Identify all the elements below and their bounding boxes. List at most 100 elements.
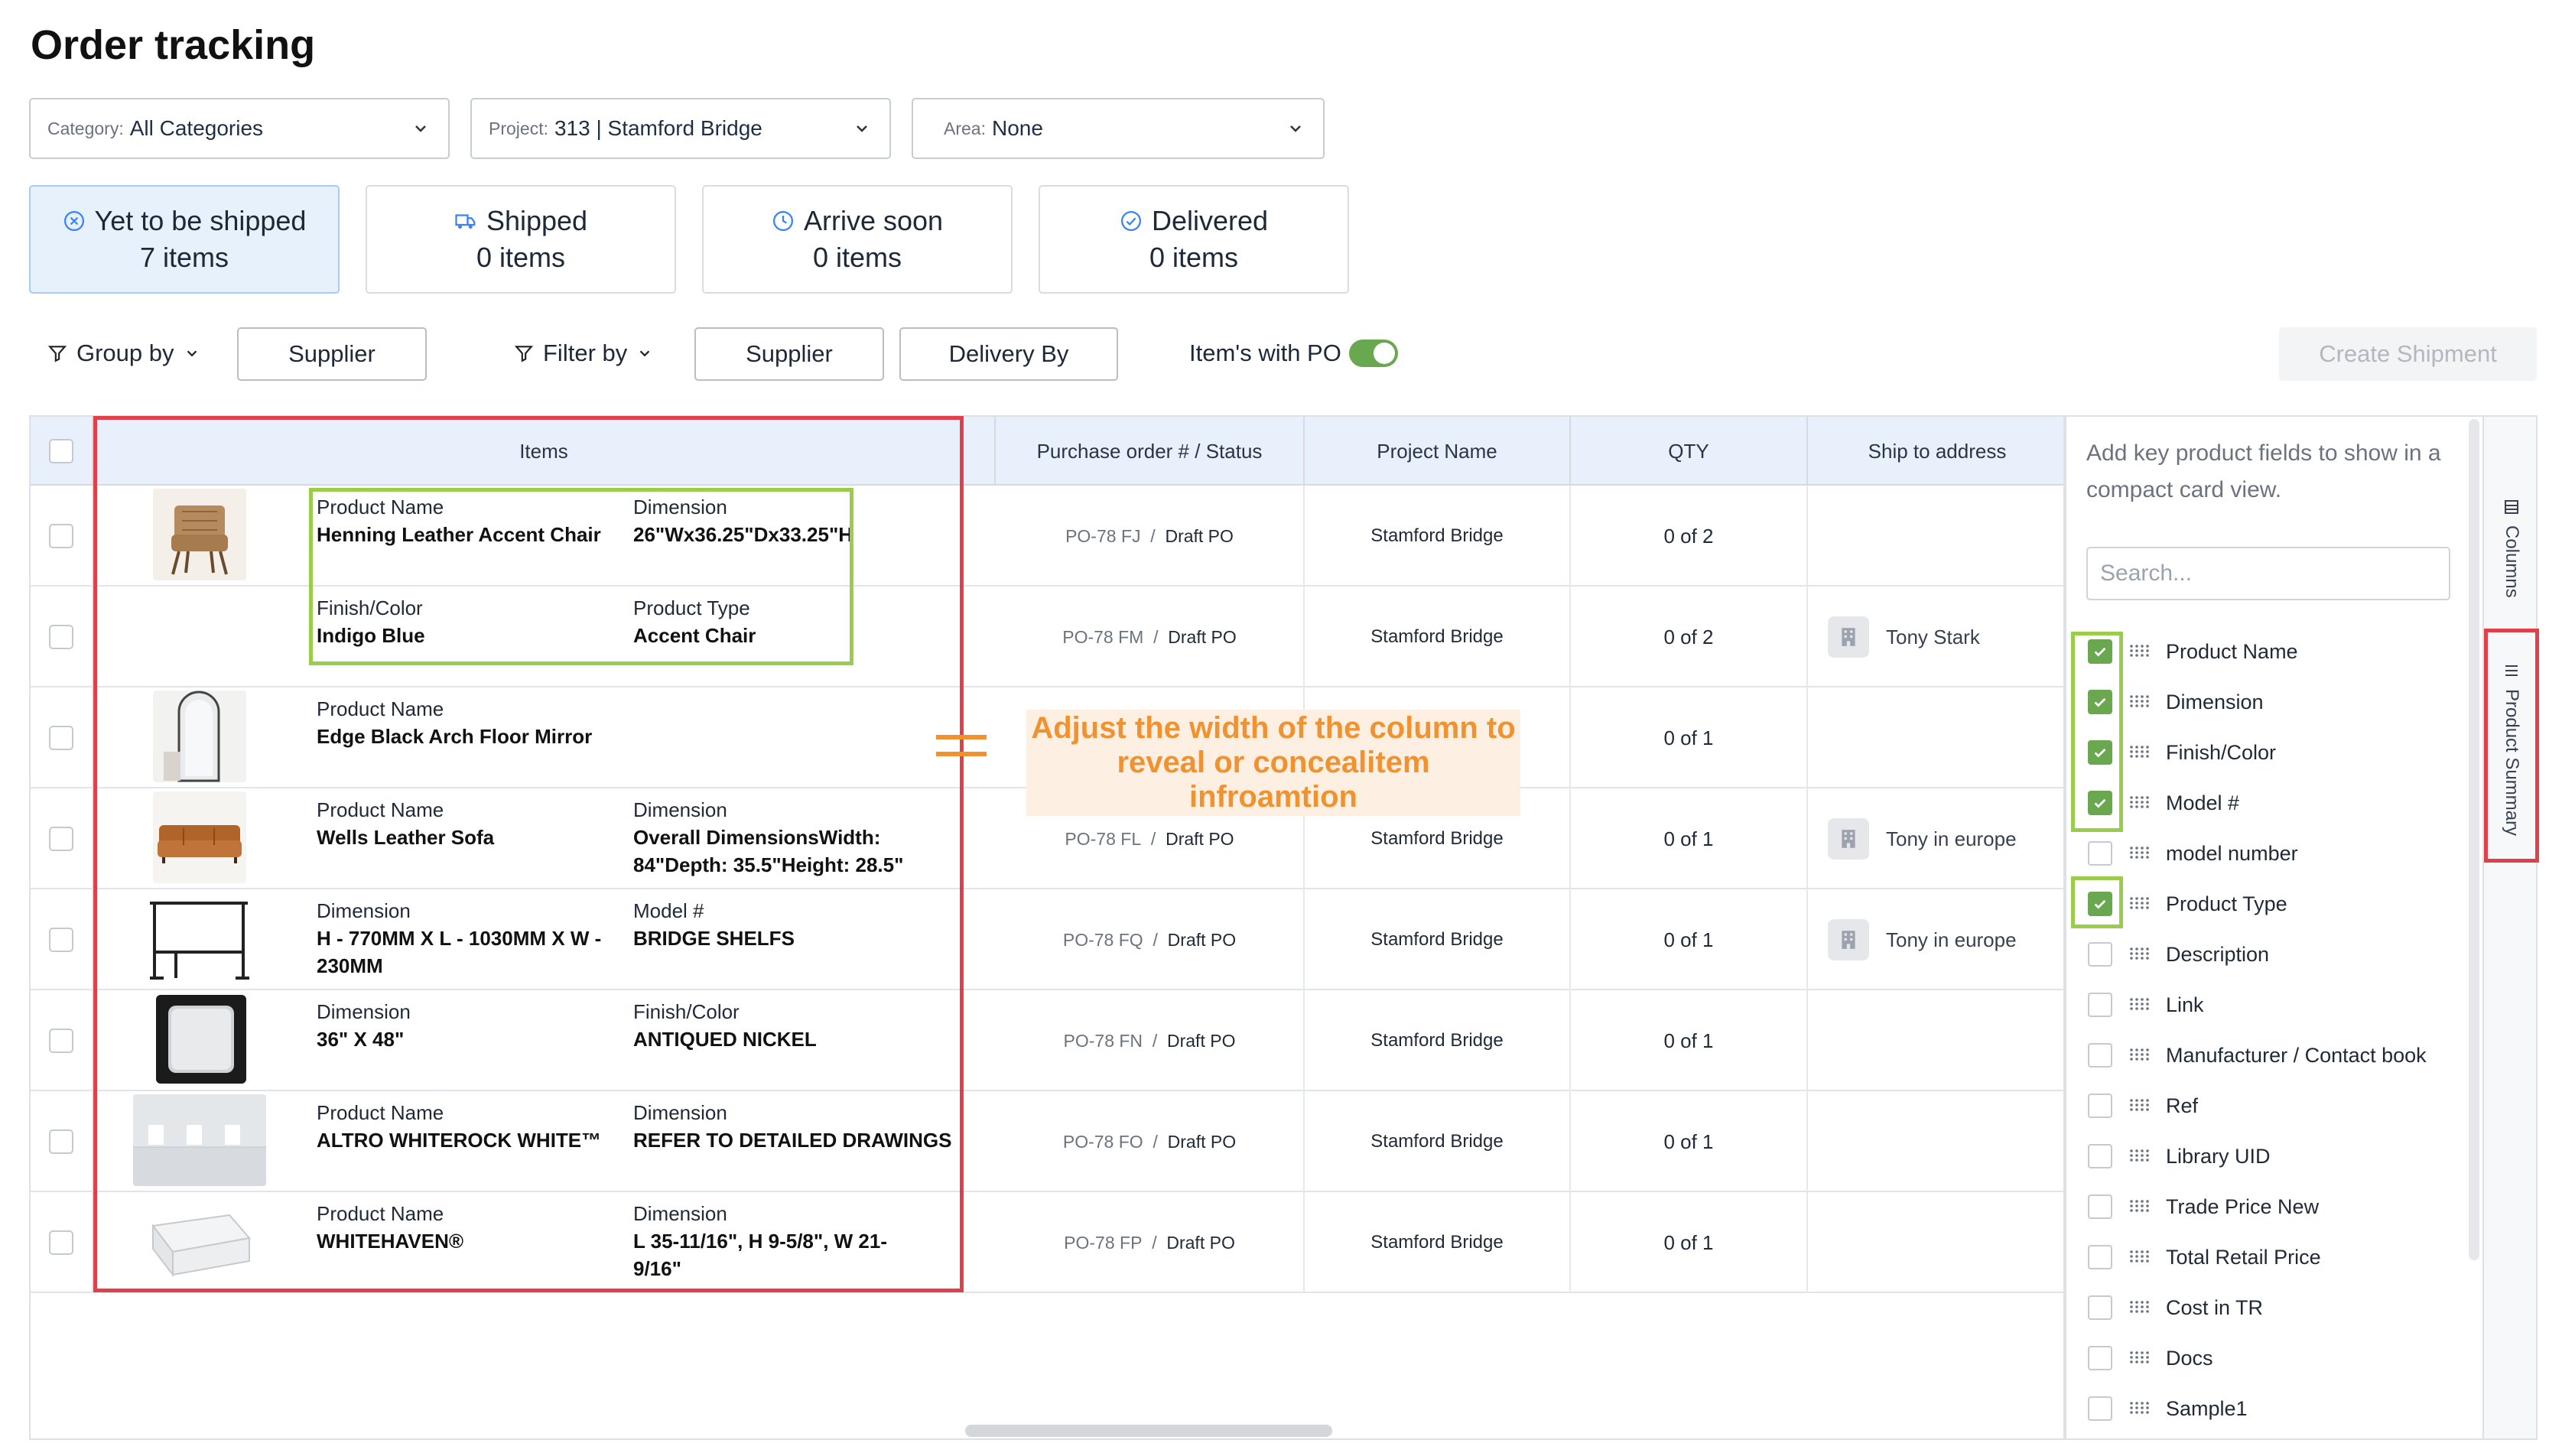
row-select-cell — [31, 687, 93, 788]
field-checkbox[interactable] — [2088, 1094, 2112, 1118]
field-checkbox[interactable] — [2088, 1245, 2112, 1269]
drag-handle-icon[interactable] — [2129, 1246, 2149, 1269]
qty-cell: 0 of 1 — [1571, 889, 1808, 990]
po-cell[interactable]: PO-78 FJ / Draft PO — [996, 486, 1305, 587]
ship-to-cell[interactable]: Tony Stark — [1808, 587, 2063, 687]
drag-handle-icon[interactable] — [2129, 791, 2149, 815]
drag-handle-icon[interactable] — [2129, 842, 2149, 866]
ship-to-cell[interactable] — [1808, 1091, 2063, 1192]
header-ship-to[interactable]: Ship to address — [1808, 417, 2063, 486]
panel-field-item[interactable]: Ref — [2088, 1087, 2198, 1125]
field-label: Cost in TR — [2166, 1295, 2264, 1319]
panel-scrollbar[interactable] — [2469, 419, 2479, 1260]
po-cell[interactable]: PO-78 FM / Draft PO — [996, 587, 1305, 687]
po-toggle[interactable] — [1349, 340, 1398, 367]
panel-field-item[interactable]: Description — [2088, 935, 2269, 973]
header-select-cell — [31, 417, 93, 486]
field-checkbox[interactable] — [2088, 1295, 2112, 1320]
drag-handle-icon[interactable] — [2129, 1397, 2149, 1421]
po-number: PO-78 FL — [1065, 828, 1142, 849]
row-checkbox[interactable] — [49, 726, 73, 750]
ship-to-cell[interactable] — [1808, 1192, 2063, 1293]
tab-columns[interactable]: Columns — [2484, 499, 2539, 598]
row-checkbox[interactable] — [49, 1230, 73, 1255]
drag-handle-icon[interactable] — [2129, 892, 2149, 916]
field-checkbox[interactable] — [2088, 1144, 2112, 1168]
drag-handle-icon[interactable] — [2129, 943, 2149, 967]
status-card-delivered[interactable]: Delivered 0 items — [1039, 185, 1349, 294]
field-checkbox[interactable] — [2088, 942, 2112, 967]
project-dropdown[interactable]: Project: 313 | Stamford Bridge — [470, 98, 891, 159]
panel-field-item[interactable]: Docs — [2088, 1339, 2213, 1377]
select-all-checkbox[interactable] — [49, 439, 73, 463]
tab-columns-label: Columns — [2502, 525, 2522, 598]
panel-field-item[interactable]: Library UID — [2088, 1137, 2271, 1175]
panel-field-item[interactable]: model number — [2088, 834, 2298, 873]
row-select-cell — [31, 1091, 93, 1192]
row-checkbox[interactable] — [49, 827, 73, 851]
panel-field-item[interactable]: Sample1 — [2088, 1389, 2248, 1428]
status-card-shipped[interactable]: Shipped 0 items — [366, 185, 676, 294]
filter-by-menu[interactable]: Filter by — [514, 340, 653, 367]
ship-to-cell[interactable] — [1808, 687, 2063, 788]
panel-field-item[interactable]: Total Retail Price — [2088, 1238, 2321, 1276]
po-status: Draft PO — [1167, 929, 1237, 950]
row-checkbox[interactable] — [49, 1129, 73, 1154]
create-shipment-button[interactable]: Create Shipment — [2279, 327, 2537, 381]
ship-to-cell[interactable] — [1808, 486, 2063, 587]
po-cell[interactable]: PO-78 FP / Draft PO — [996, 1192, 1305, 1293]
qty-cell: 0 of 1 — [1571, 1091, 1808, 1192]
ship-to-cell[interactable]: Tony in europe — [1808, 788, 2063, 889]
row-checkbox[interactable] — [49, 625, 73, 649]
status-card-arrive-soon[interactable]: Arrive soon 0 items — [702, 185, 1013, 294]
drag-handle-icon[interactable] — [2129, 691, 2149, 714]
field-checkbox[interactable] — [2088, 1346, 2112, 1370]
po-cell[interactable]: PO-78 FN / Draft PO — [996, 990, 1305, 1091]
panel-field-item[interactable]: Link — [2088, 986, 2204, 1024]
field-checkbox[interactable] — [2088, 1043, 2112, 1068]
row-checkbox[interactable] — [49, 928, 73, 952]
row-checkbox[interactable] — [49, 524, 73, 548]
horizontal-scrollbar[interactable] — [965, 1425, 1332, 1437]
po-cell[interactable]: PO-78 FQ / Draft PO — [996, 889, 1305, 990]
header-po-status[interactable]: Purchase order # / Status — [996, 417, 1305, 486]
drag-handle-icon[interactable] — [2129, 1347, 2149, 1370]
field-checkbox[interactable] — [2088, 1396, 2112, 1421]
drag-handle-icon[interactable] — [2129, 1296, 2149, 1320]
drag-handle-icon[interactable] — [2129, 1145, 2149, 1168]
ship-to-cell[interactable]: Tony in europe — [1808, 889, 2063, 990]
header-qty[interactable]: QTY — [1571, 417, 1808, 486]
filter-supplier-button[interactable]: Supplier — [694, 327, 884, 381]
area-dropdown[interactable]: Area: None — [912, 98, 1325, 159]
field-checkbox[interactable] — [2088, 1194, 2112, 1219]
drag-handle-icon[interactable] — [2129, 1195, 2149, 1219]
po-cell[interactable]: PO-78 FO / Draft PO — [996, 1091, 1305, 1192]
drag-handle-icon[interactable] — [2129, 993, 2149, 1017]
group-by-menu[interactable]: Group by — [47, 340, 200, 367]
field-label: Product Name — [2166, 639, 2298, 663]
panel-field-item[interactable]: Cost in TR — [2088, 1289, 2263, 1327]
field-checkbox[interactable] — [2088, 993, 2112, 1017]
field-checkbox[interactable] — [2088, 841, 2112, 866]
delivery-by-button[interactable]: Delivery By — [899, 327, 1118, 381]
drag-handle-icon[interactable] — [2129, 741, 2149, 765]
drag-handle-icon[interactable] — [2129, 1094, 2149, 1118]
drag-handle-icon[interactable] — [2129, 1044, 2149, 1068]
project-cell: Stamford Bridge — [1305, 1192, 1571, 1293]
panel-field-item[interactable]: Manufacturer / Contact book — [2088, 1036, 2427, 1074]
truck-icon — [455, 214, 476, 229]
column-resize-icon[interactable] — [935, 730, 988, 762]
group-supplier-button[interactable]: Supplier — [237, 327, 427, 381]
panel-search-input[interactable]: Search... — [2086, 547, 2450, 600]
building-icon — [1828, 919, 1869, 960]
chevron-down-icon — [415, 125, 426, 132]
row-checkbox[interactable] — [49, 1029, 73, 1053]
category-dropdown[interactable]: Category: All Categories — [29, 98, 450, 159]
header-project-name[interactable]: Project Name — [1305, 417, 1571, 486]
po-status: Draft PO — [1168, 626, 1237, 647]
panel-field-item[interactable]: Trade Price New — [2088, 1188, 2319, 1226]
status-card-count: 0 items — [812, 242, 902, 273]
status-card-yet-to-ship[interactable]: Yet to be shipped 7 items — [29, 185, 340, 294]
ship-to-cell[interactable] — [1808, 990, 2063, 1091]
drag-handle-icon[interactable] — [2129, 640, 2149, 664]
